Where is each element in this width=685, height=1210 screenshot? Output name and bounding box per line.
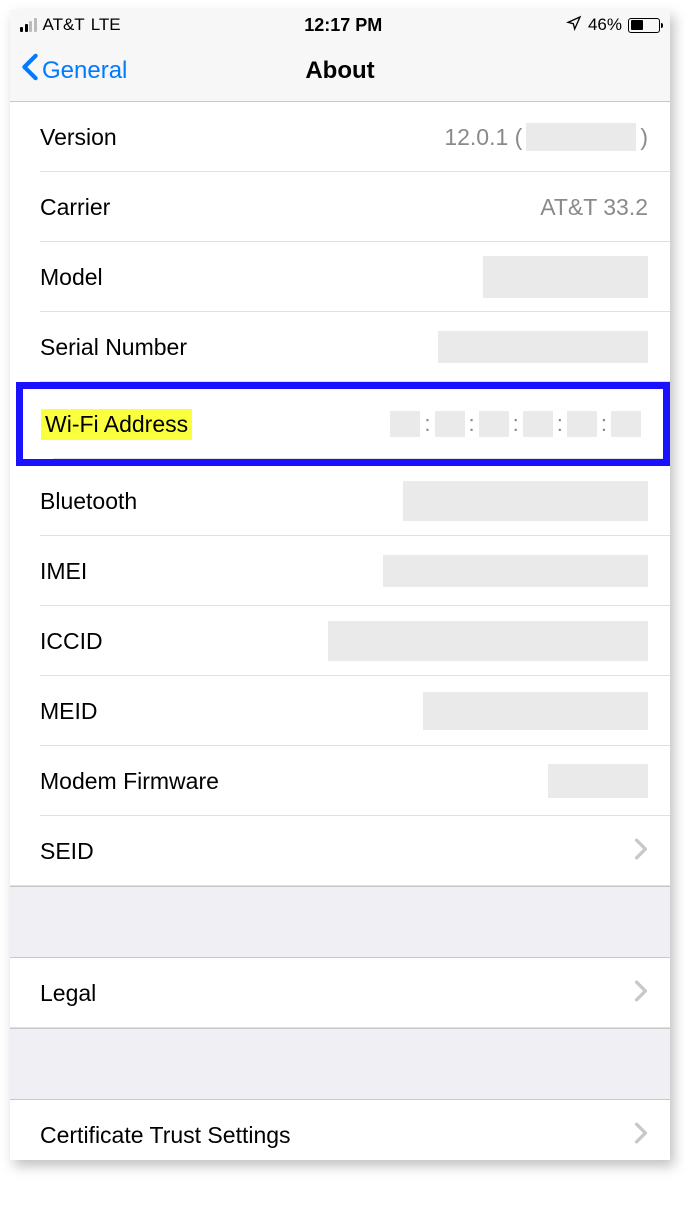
row-label: Version bbox=[40, 124, 117, 151]
row-value bbox=[423, 692, 648, 730]
row-label: Model bbox=[40, 264, 103, 291]
row-value bbox=[548, 764, 648, 798]
row-value bbox=[438, 331, 648, 363]
row-bluetooth[interactable]: Bluetooth bbox=[10, 466, 670, 536]
row-value bbox=[403, 481, 648, 521]
row-label: ICCID bbox=[40, 628, 103, 655]
row-value bbox=[328, 621, 648, 661]
section-separator bbox=[10, 1028, 670, 1100]
row-meid[interactable]: MEID bbox=[10, 676, 670, 746]
row-iccid[interactable]: ICCID bbox=[10, 606, 670, 676]
row-label: Legal bbox=[40, 980, 96, 1007]
signal-strength-icon bbox=[20, 18, 37, 32]
row-certificate-trust-settings[interactable]: Certificate Trust Settings bbox=[10, 1100, 670, 1160]
back-label: General bbox=[42, 57, 127, 85]
wifi-address-highlight: Wi-Fi Address ::::: bbox=[16, 382, 670, 466]
row-version[interactable]: Version 12.0.1 () bbox=[10, 102, 670, 172]
battery-percent-label: 46% bbox=[588, 15, 622, 35]
row-label: SEID bbox=[40, 838, 94, 865]
row-serial-number[interactable]: Serial Number bbox=[10, 312, 670, 382]
row-label: Serial Number bbox=[40, 334, 187, 361]
row-label: Bluetooth bbox=[40, 488, 137, 515]
row-label: Carrier bbox=[40, 194, 110, 221]
clock-label: 12:17 PM bbox=[304, 15, 382, 36]
back-button[interactable]: General bbox=[20, 53, 127, 88]
chevron-left-icon bbox=[20, 53, 40, 88]
row-wifi-address[interactable]: Wi-Fi Address ::::: bbox=[23, 389, 663, 459]
row-value bbox=[383, 555, 648, 587]
section-separator bbox=[10, 886, 670, 958]
row-label: Wi-Fi Address bbox=[41, 409, 192, 440]
chevron-right-icon bbox=[634, 1122, 648, 1149]
row-label: IMEI bbox=[40, 558, 87, 585]
row-value: 12.0.1 () bbox=[444, 123, 648, 151]
status-bar: AT&T LTE 12:17 PM 46% bbox=[10, 10, 670, 40]
row-value: AT&T 33.2 bbox=[540, 194, 648, 221]
row-value bbox=[483, 256, 648, 298]
row-value: ::::: bbox=[390, 411, 641, 437]
battery-icon bbox=[628, 18, 660, 33]
row-model[interactable]: Model bbox=[10, 242, 670, 312]
row-label: Modem Firmware bbox=[40, 768, 219, 795]
chevron-right-icon bbox=[634, 838, 648, 865]
row-carrier[interactable]: Carrier AT&T 33.2 bbox=[10, 172, 670, 242]
chevron-right-icon bbox=[634, 980, 648, 1007]
row-imei[interactable]: IMEI bbox=[10, 536, 670, 606]
location-icon bbox=[566, 15, 582, 36]
carrier-label: AT&T bbox=[43, 15, 85, 35]
row-label: MEID bbox=[40, 698, 98, 725]
row-seid[interactable]: SEID bbox=[10, 816, 670, 886]
row-label: Certificate Trust Settings bbox=[40, 1122, 291, 1149]
about-list: Version 12.0.1 () Carrier AT&T 33.2 Mode… bbox=[10, 102, 670, 886]
row-legal[interactable]: Legal bbox=[10, 958, 670, 1028]
navigation-bar: General About bbox=[10, 40, 670, 102]
row-modem-firmware[interactable]: Modem Firmware bbox=[10, 746, 670, 816]
network-type-label: LTE bbox=[91, 15, 121, 35]
